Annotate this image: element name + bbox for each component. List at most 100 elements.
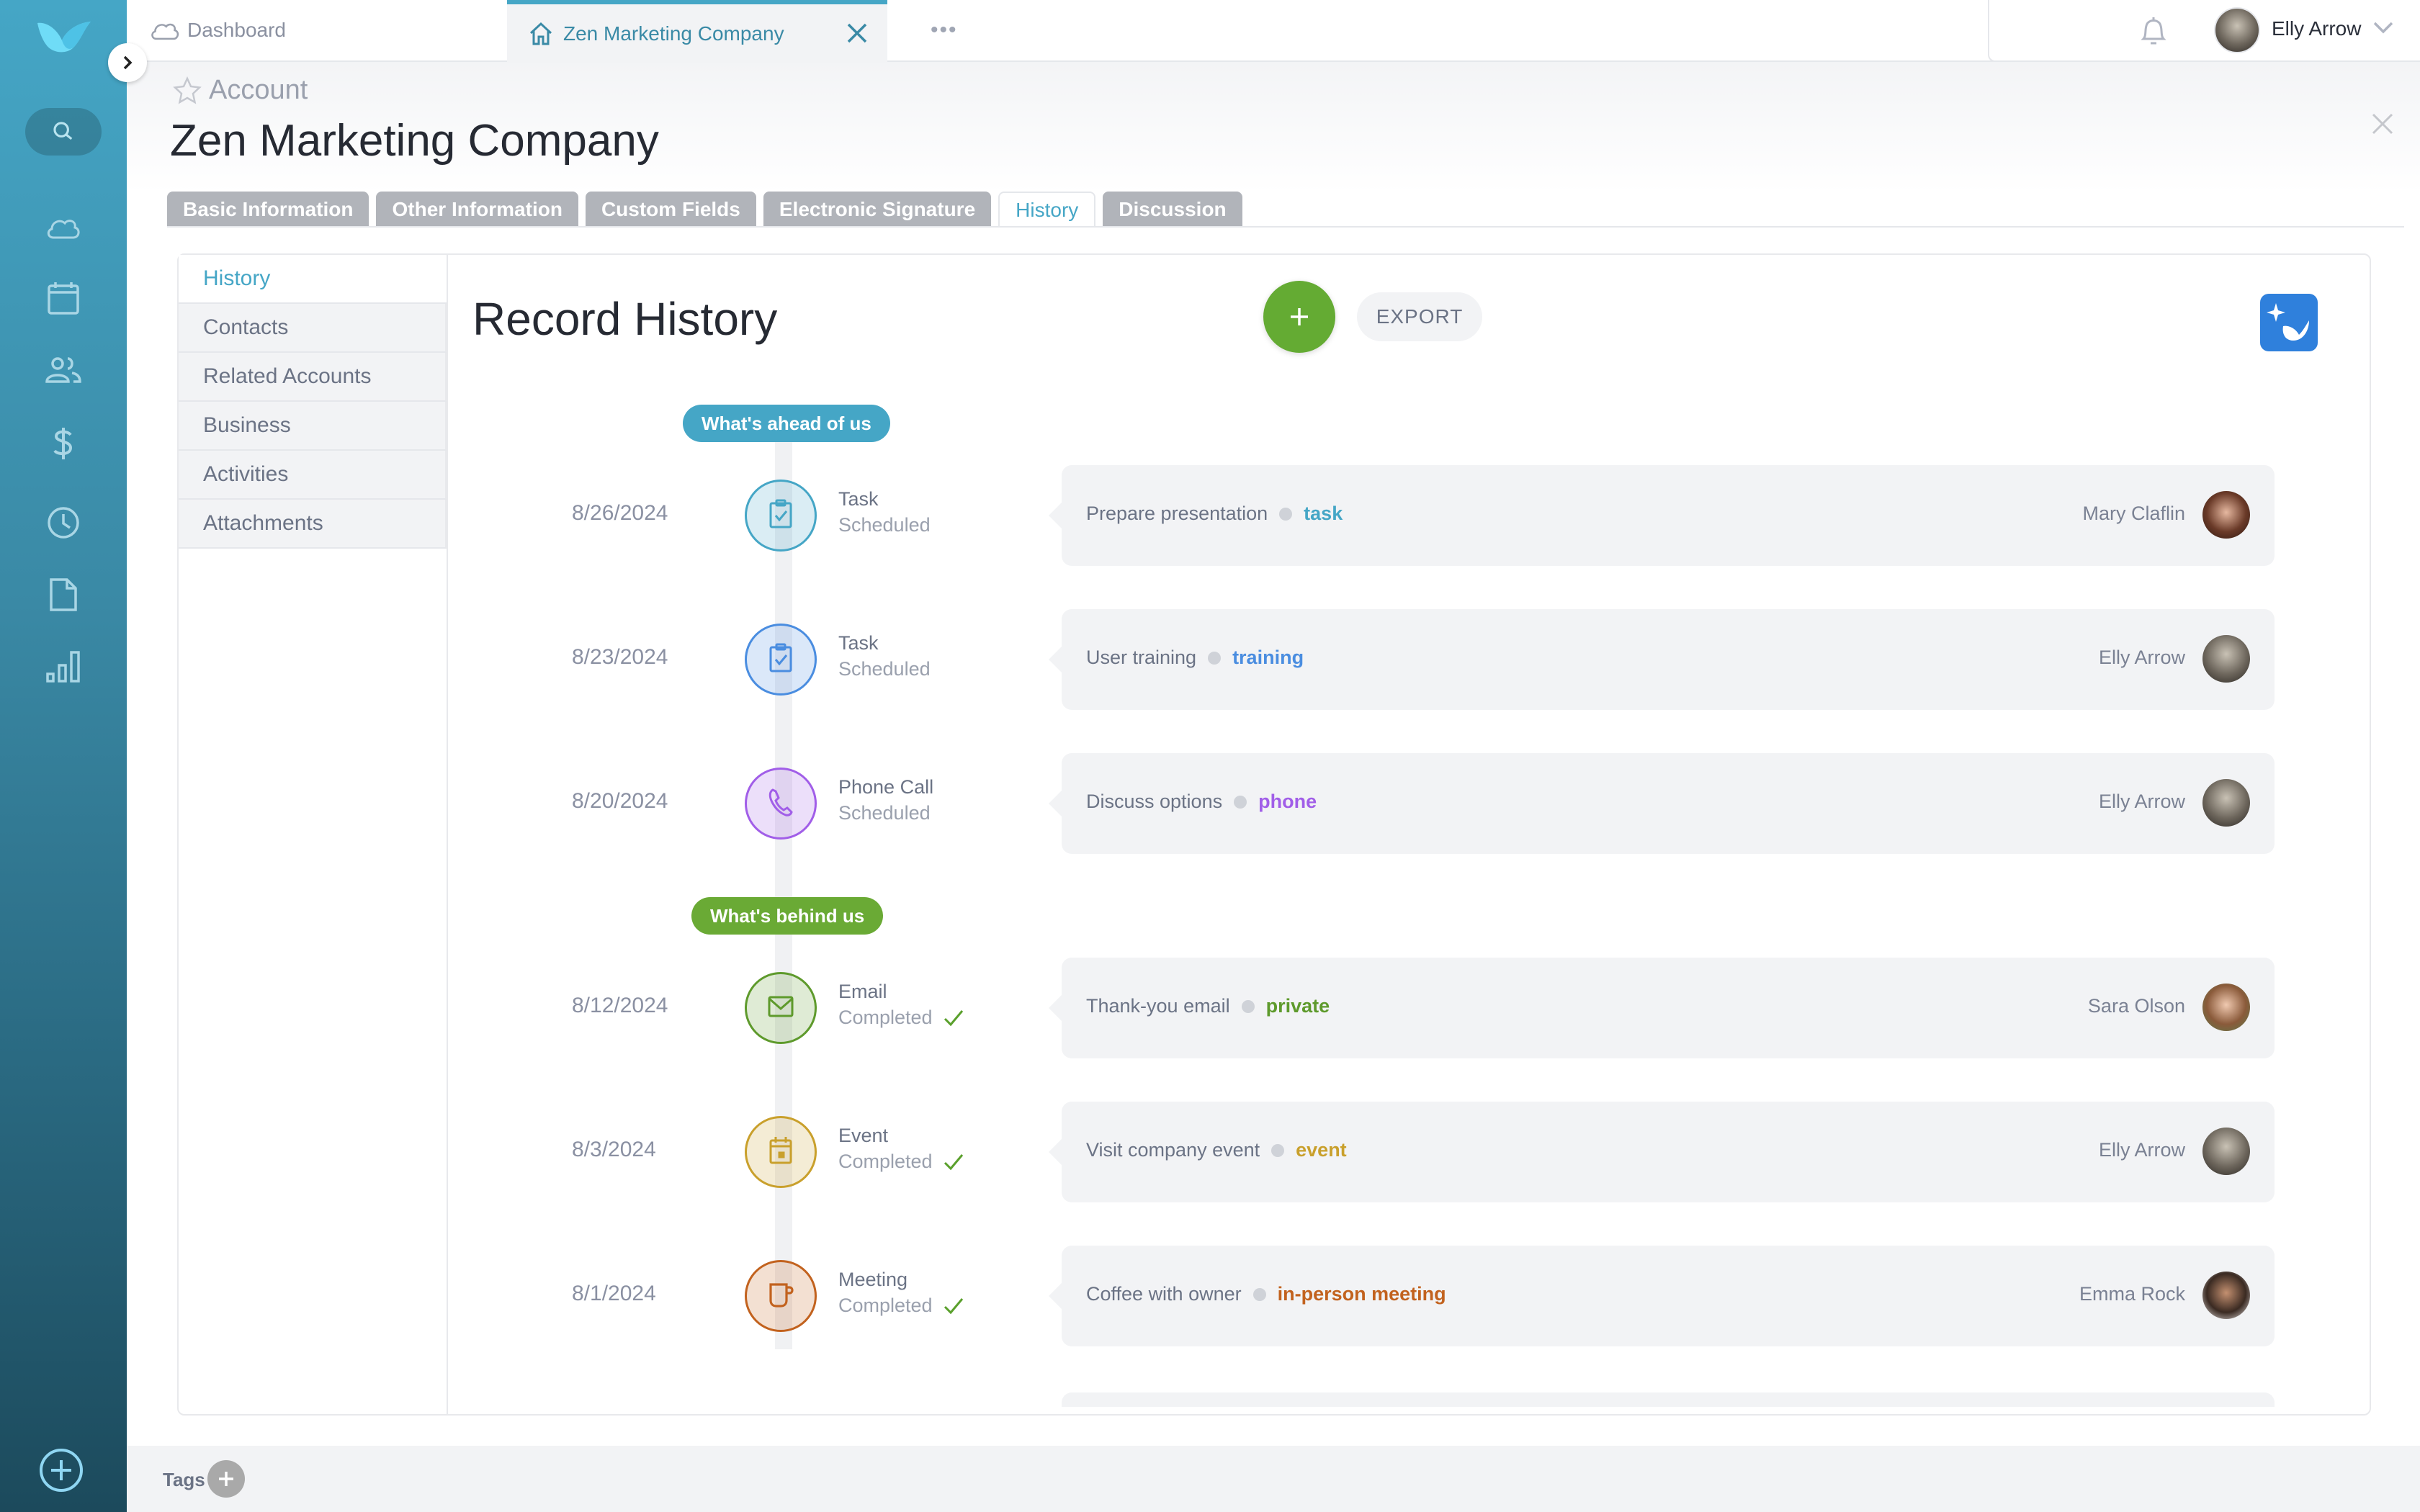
tab-dashboard-label: Dashboard — [187, 19, 286, 41]
ai-sparkle-icon — [2267, 303, 2309, 341]
history-item[interactable]: 8/20/2024 Phone Call Scheduled Discuss o… — [448, 753, 2364, 854]
history-subject-text[interactable]: Thank-you email — [1086, 995, 1230, 1017]
history-detail[interactable]: Discuss options phone Elly Arrow — [1049, 753, 2275, 854]
close-record-icon[interactable] — [2370, 111, 2396, 137]
history-detail[interactable]: Prepare presentation task Mary Claflin — [1049, 465, 2275, 566]
history-type: Task — [838, 632, 879, 654]
history-tag[interactable]: in-person meeting — [1278, 1283, 1446, 1305]
star-icon[interactable] — [173, 76, 202, 105]
history-date: 8/12/2024 — [572, 994, 668, 1017]
history-subject-text[interactable]: User training — [1086, 647, 1196, 669]
history-subnav: History Contacts Related Accounts Business A… — [179, 255, 447, 549]
footer-bar: Tags — [127, 1446, 2420, 1512]
record-tab-electronic-signature[interactable]: Electronic Signature — [763, 192, 992, 228]
export-button[interactable]: EXPORT — [1357, 292, 1482, 341]
owner-avatar[interactable] — [2202, 984, 2250, 1031]
history-detail[interactable]: Visit company event event Elly Arrow — [1049, 1102, 2275, 1202]
separator-dot — [1241, 999, 1255, 1013]
phone-icon — [767, 787, 794, 821]
add-history-button[interactable] — [1263, 281, 1335, 353]
history-status-label: Scheduled — [838, 658, 931, 680]
history-type: Phone Call — [838, 776, 934, 798]
record-tab-custom-fields[interactable]: Custom Fields — [585, 192, 756, 228]
history-tag[interactable]: phone — [1258, 791, 1317, 813]
history-subject: Discuss options phone — [1086, 791, 1317, 813]
owner-avatar[interactable] — [2202, 1272, 2250, 1319]
subnav-item-related-accounts[interactable]: Related Accounts — [179, 353, 447, 402]
nav-item-cloud[interactable] — [42, 206, 85, 249]
page-title: Zen Marketing Company — [170, 116, 659, 166]
ai-assistant-button[interactable] — [2260, 294, 2318, 351]
add-tag-button[interactable] — [207, 1460, 245, 1498]
history-type: Task — [838, 488, 879, 510]
history-tag[interactable]: training — [1232, 647, 1304, 669]
separator-dot — [1234, 795, 1247, 809]
record-tab-other-information[interactable]: Other Information — [376, 192, 578, 228]
history-detail[interactable]: Coffee with owner in-person meeting Emma… — [1049, 1246, 2275, 1346]
nav-item-history[interactable] — [42, 501, 85, 544]
history-status: Completed — [838, 1295, 964, 1317]
history-subject-text[interactable]: Discuss options — [1086, 791, 1222, 813]
close-tab-icon[interactable] — [844, 20, 870, 46]
logo-icon[interactable] — [33, 16, 95, 56]
history-subject-text[interactable]: Coffee with owner — [1086, 1283, 1242, 1305]
history-status: Scheduled — [838, 658, 931, 680]
add-circle-icon[interactable] — [38, 1447, 84, 1493]
history-subject-text[interactable]: Visit company event — [1086, 1139, 1260, 1161]
history-tag[interactable]: task — [1304, 503, 1343, 525]
history-subject-text[interactable]: Prepare presentation — [1086, 503, 1268, 525]
history-owner: Elly Arrow — [2098, 791, 2185, 812]
nav-item-contacts[interactable] — [42, 348, 85, 392]
history-item[interactable]: 8/12/2024 Email Completed Thank-you emai… — [448, 958, 2364, 1058]
owner-avatar[interactable] — [2202, 635, 2250, 683]
history-status: Completed — [838, 1007, 964, 1029]
history-date: 8/26/2024 — [572, 501, 668, 525]
history-detail[interactable]: Thank-you email private Sara Olson — [1049, 958, 2275, 1058]
subnav-item-business[interactable]: Business — [179, 402, 447, 451]
history-owner: Elly Arrow — [2098, 1139, 2185, 1161]
tab-dashboard[interactable]: Dashboard — [127, 0, 507, 62]
subnav-item-history[interactable]: History — [179, 255, 447, 304]
search-icon — [53, 122, 73, 140]
history-status-label: Scheduled — [838, 802, 931, 824]
history-subject: User training training — [1086, 647, 1304, 669]
subnav-item-contacts[interactable]: Contacts — [179, 304, 447, 353]
tab-zen-marketing-company[interactable]: Zen Marketing Company — [507, 0, 887, 63]
history-tag[interactable]: private — [1266, 995, 1330, 1017]
history-item[interactable]: 8/26/2024 Task Scheduled Prepare present… — [448, 465, 2364, 566]
nav-search-button[interactable] — [25, 108, 102, 156]
history-item[interactable]: 8/3/2024 Event Completed Visit company e… — [448, 1102, 2364, 1202]
user-name[interactable]: Elly Arrow — [2272, 17, 2361, 40]
collapse-nav-button[interactable] — [108, 43, 147, 82]
history-item[interactable]: 8/23/2024 Task Scheduled User training t… — [448, 609, 2364, 710]
history-status-label: Completed — [838, 1007, 933, 1028]
history-detail[interactable]: User training training Elly Arrow — [1049, 609, 2275, 710]
history-tag[interactable]: event — [1296, 1139, 1347, 1161]
nav-item-reports[interactable] — [42, 645, 85, 688]
history-status: Completed — [838, 1151, 964, 1173]
check-icon — [944, 1153, 963, 1170]
nav-item-documents[interactable] — [42, 573, 85, 616]
chevron-down-icon[interactable] — [2372, 20, 2394, 35]
record-tab-discussion[interactable]: Discussion — [1103, 192, 1242, 228]
owner-avatar[interactable] — [2202, 779, 2250, 827]
subnav-item-attachments[interactable]: Attachments — [179, 500, 447, 549]
history-subject: Prepare presentation task — [1086, 503, 1343, 525]
record-tab-history[interactable]: History — [998, 192, 1096, 228]
record-tab-basic-information[interactable]: Basic Information — [167, 192, 369, 228]
user-avatar[interactable] — [2214, 7, 2260, 53]
nav-item-sales[interactable] — [42, 422, 85, 465]
tab-active-label: Zen Marketing Company — [563, 22, 784, 45]
clock-icon — [48, 507, 79, 539]
owner-avatar[interactable] — [2202, 491, 2250, 539]
nav-item-calendar[interactable] — [42, 276, 85, 320]
whats-behind-badge: What's behind us — [691, 897, 884, 935]
history-status-label: Completed — [838, 1151, 933, 1172]
bell-icon[interactable] — [2139, 14, 2168, 48]
history-subject: Thank-you email private — [1086, 995, 1330, 1017]
cloud-icon — [47, 220, 80, 239]
history-item[interactable]: 8/1/2024 Meeting Completed Coffee with o… — [448, 1246, 2364, 1346]
people-icon — [45, 357, 81, 383]
subnav-item-activities[interactable]: Activities — [179, 451, 447, 500]
owner-avatar[interactable] — [2202, 1128, 2250, 1175]
